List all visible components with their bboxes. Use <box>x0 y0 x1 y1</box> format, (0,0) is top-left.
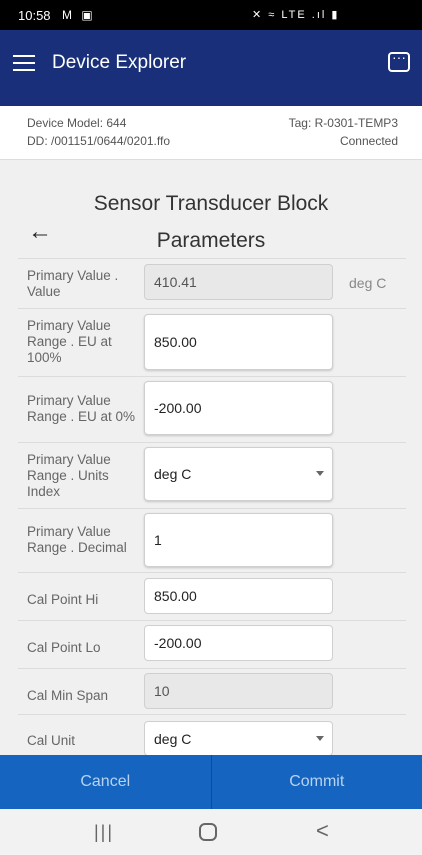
connection-status: Connected <box>339 134 398 148</box>
primary-value-field: 410.41 <box>144 264 333 300</box>
param-row-cal-unit: Cal Unit deg C <box>18 714 406 756</box>
param-label: Cal Min Span <box>27 688 109 703</box>
param-row-cal-point-hi: Cal Point Hi 850.00 <box>18 572 406 620</box>
param-row-decimal: Primary Value Range . Decimal 1 <box>18 508 406 572</box>
status-time: 10:58 <box>18 8 51 23</box>
app-title: Device Explorer <box>52 52 187 73</box>
commit-button[interactable]: Commit <box>212 755 422 809</box>
chevron-down-icon <box>316 735 324 741</box>
block-subtitle: Parameters <box>156 229 266 252</box>
param-value: deg C <box>154 466 192 482</box>
param-row-primary-value: Primary Value . Value 410.41 deg C <box>18 258 406 308</box>
unit-label: deg C <box>349 275 387 291</box>
units-index-select[interactable]: deg C <box>144 447 333 501</box>
param-value: -200.00 <box>154 635 202 651</box>
home-icon[interactable] <box>199 823 217 841</box>
param-value: 410.41 <box>154 274 197 290</box>
param-label: Cal Point Hi <box>27 592 99 607</box>
decimal-input[interactable]: 1 <box>144 513 333 567</box>
param-value: deg C <box>154 730 192 747</box>
param-label: Primary Value Range . Decimal <box>27 524 127 555</box>
param-label: Primary Value Range . EU at 0% <box>27 393 136 424</box>
cal-point-lo-input[interactable]: -200.00 <box>144 625 333 661</box>
param-label: Primary Value Range . Units Index <box>27 452 111 499</box>
param-row-eu-0: Primary Value Range . EU at 0% -200.00 <box>18 376 406 442</box>
status-bar: 10:58 M ▣ ✕ ≈ LTE .ıl ▮ <box>0 0 422 30</box>
param-row-cal-point-lo: Cal Point Lo -200.00 <box>18 620 406 668</box>
param-row-eu-100: Primary Value Range . EU at 100% 850.00 <box>18 308 406 376</box>
param-value: 850.00 <box>154 588 197 604</box>
eu-0-input[interactable]: -200.00 <box>144 381 333 435</box>
param-value: 10 <box>154 683 170 699</box>
param-label: Primary Value . Value <box>27 268 119 299</box>
action-bar: Cancel Commit <box>0 755 422 809</box>
cal-point-hi-input[interactable]: 850.00 <box>144 578 333 614</box>
param-value: -200.00 <box>154 400 202 416</box>
param-row-cal-min-span: Cal Min Span 10 <box>18 668 406 714</box>
param-label: Cal Point Lo <box>27 640 101 655</box>
hamburger-menu-icon[interactable] <box>13 52 35 74</box>
notification-icons: M ▣ <box>62 8 96 22</box>
recent-apps-icon[interactable]: ||| <box>94 822 114 843</box>
chat-options-icon[interactable] <box>388 49 410 72</box>
cal-min-span-field: 10 <box>144 673 333 709</box>
cal-unit-select[interactable]: deg C <box>144 721 333 756</box>
param-label: Cal Unit <box>27 733 76 748</box>
device-tag: Tag: R-0301-TEMP3 <box>288 116 398 130</box>
param-value: 850.00 <box>154 334 197 350</box>
device-model: Device Model: 644 <box>27 116 127 130</box>
back-icon[interactable]: < <box>316 818 329 844</box>
param-value: 1 <box>154 532 162 548</box>
eu-100-input[interactable]: 850.00 <box>144 314 333 370</box>
chevron-down-icon <box>316 471 324 476</box>
param-label: Primary Value Range . EU at 100% <box>27 318 112 365</box>
app-bar: Device Explorer <box>0 30 422 106</box>
device-info-bar: Device Model: 644 DD: /001151/0644/0201.… <box>0 106 422 160</box>
cancel-button[interactable]: Cancel <box>0 755 211 809</box>
device-dd-path: DD: /001151/0644/0201.ffo <box>27 134 171 148</box>
param-row-units-index: Primary Value Range . Units Index deg C <box>18 442 406 508</box>
block-title: Sensor Transducer Block <box>93 192 329 215</box>
system-status-icons: ✕ ≈ LTE .ıl ▮ <box>252 9 340 21</box>
system-nav-bar: ||| < <box>0 809 422 855</box>
